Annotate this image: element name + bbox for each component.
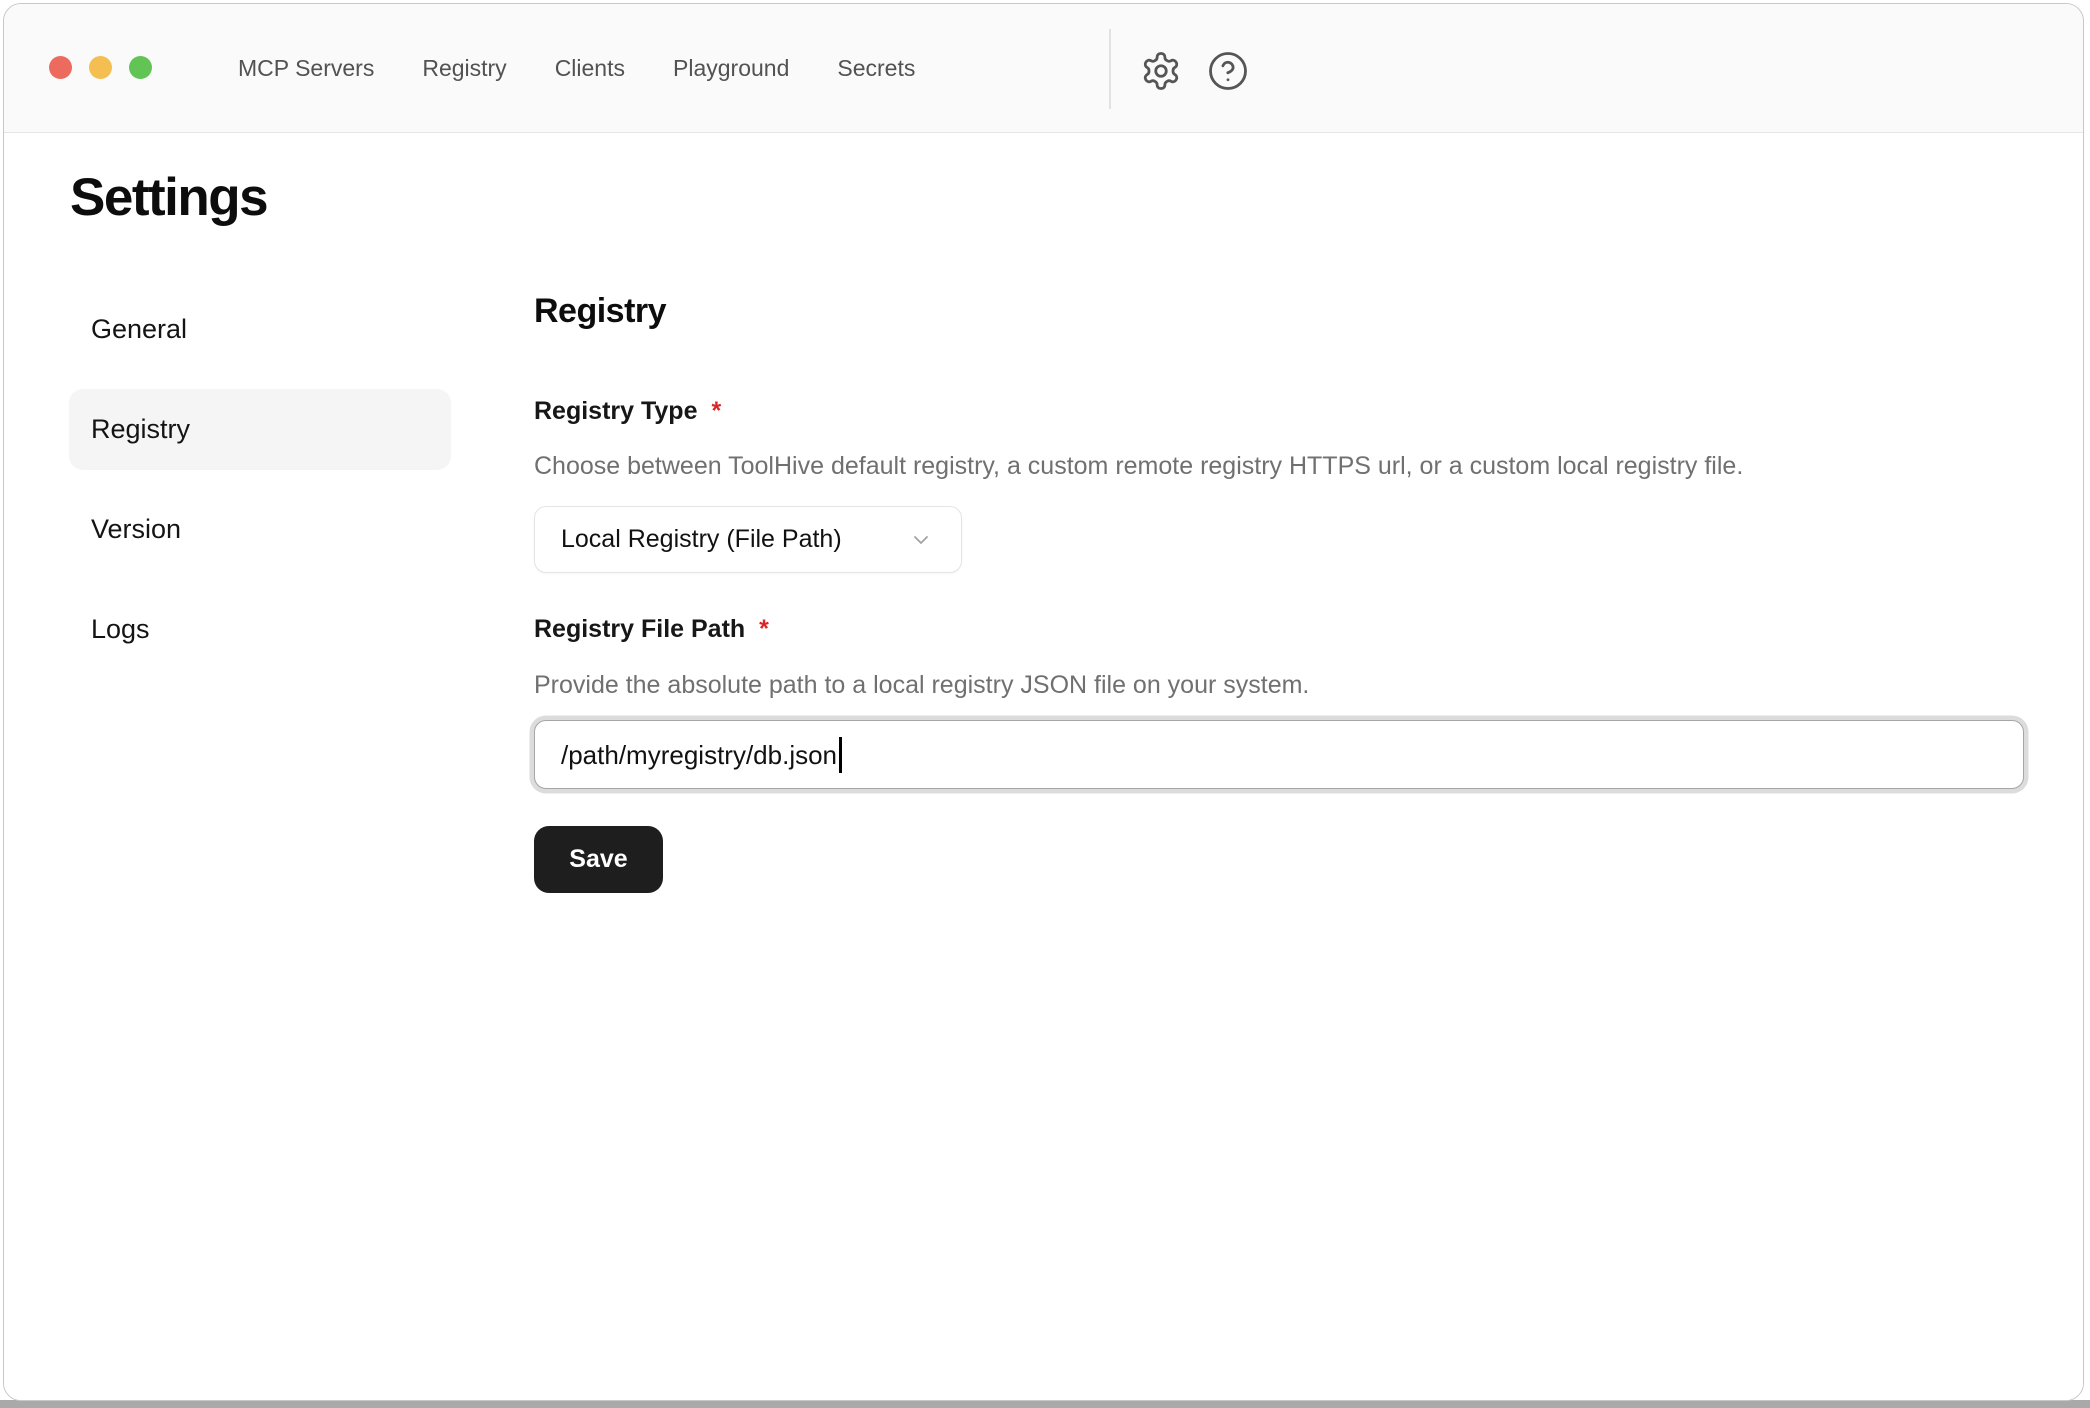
chevron-down-icon (897, 528, 933, 552)
sidebar-item-registry[interactable]: Registry (69, 389, 451, 470)
titlebar-divider (1109, 29, 1111, 109)
help-button[interactable] (1205, 48, 1251, 94)
nav-item-registry[interactable]: Registry (422, 57, 506, 80)
sidebar-item-version[interactable]: Version (69, 489, 451, 570)
desktop-edge (0, 1400, 2090, 1408)
registry-file-path-description: Provide the absolute path to a local reg… (534, 670, 2027, 700)
app-window: MCP Servers Registry Clients Playground … (3, 3, 2084, 1401)
traffic-lights (49, 56, 152, 79)
settings-sidebar: General Registry Version Logs (69, 289, 451, 689)
nav-item-mcp-servers[interactable]: MCP Servers (238, 57, 374, 80)
registry-file-path-value: /path/myregistry/db.json (561, 742, 837, 768)
sidebar-item-general[interactable]: General (69, 289, 451, 370)
titlebar[interactable]: MCP Servers Registry Clients Playground … (4, 4, 2083, 133)
main-nav: MCP Servers Registry Clients Playground … (238, 4, 915, 133)
registry-type-label: Registry Type * (534, 396, 2027, 426)
text-caret (839, 737, 842, 773)
registry-type-select[interactable]: Local Registry (File Path) (534, 506, 962, 573)
required-asterisk: * (711, 396, 721, 426)
traffic-light-zoom[interactable] (129, 56, 152, 79)
registry-type-label-text: Registry Type (534, 396, 697, 426)
settings-button[interactable] (1138, 48, 1184, 94)
registry-type-select-value: Local Registry (File Path) (561, 527, 897, 552)
registry-settings-form: Registry Registry Type * Choose between … (534, 289, 2027, 893)
nav-item-clients[interactable]: Clients (555, 57, 625, 80)
required-asterisk: * (759, 614, 769, 644)
registry-file-path-input[interactable]: /path/myregistry/db.json (534, 720, 2024, 789)
settings-page: Settings General Registry Version Logs R… (4, 133, 2083, 1400)
nav-item-playground[interactable]: Playground (673, 57, 789, 80)
section-title: Registry (534, 289, 2027, 333)
gear-icon (1140, 50, 1182, 92)
sidebar-item-logs[interactable]: Logs (69, 589, 451, 670)
traffic-light-close[interactable] (49, 56, 72, 79)
registry-type-description: Choose between ToolHive default registry… (534, 451, 2027, 481)
save-button[interactable]: Save (534, 826, 663, 893)
nav-item-secrets[interactable]: Secrets (837, 57, 915, 80)
help-circle-icon (1207, 50, 1249, 92)
page-title: Settings (70, 169, 267, 227)
registry-file-path-label-text: Registry File Path (534, 614, 745, 644)
registry-file-path-label: Registry File Path * (534, 614, 2027, 644)
traffic-light-minimize[interactable] (89, 56, 112, 79)
